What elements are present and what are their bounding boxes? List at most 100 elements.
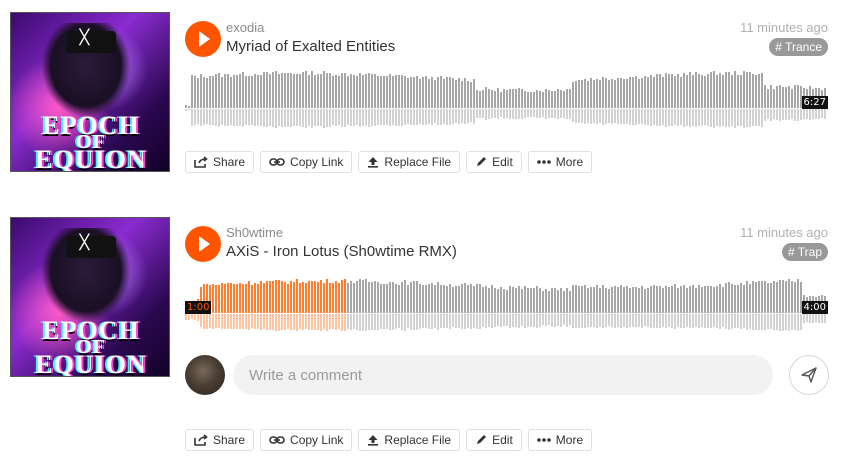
waveform-bar-reflection xyxy=(434,109,436,123)
waveform-bar xyxy=(671,286,673,313)
waveform-bar-reflection xyxy=(527,314,529,327)
waveform-bar xyxy=(560,288,562,313)
waveform-bar xyxy=(437,77,439,108)
waveform-bar xyxy=(404,76,406,108)
waveform-bar xyxy=(296,74,298,108)
waveform-bar-reflection xyxy=(797,314,799,331)
waveform-bar-reflection xyxy=(587,314,589,327)
upload-icon xyxy=(368,435,379,446)
waveform-bar xyxy=(671,74,673,108)
track-artist[interactable]: exodia xyxy=(226,20,264,35)
waveform-bar-reflection xyxy=(389,109,391,126)
waveform-bar xyxy=(218,73,220,108)
waveform-bar xyxy=(764,85,766,108)
waveform-bar xyxy=(386,76,388,108)
waveform-bar-reflection xyxy=(587,109,589,123)
waveform-bar-reflection xyxy=(194,109,196,125)
waveform-bar-reflection xyxy=(251,314,253,328)
waveform-bar xyxy=(740,75,742,108)
waveform-bar-reflection xyxy=(254,314,256,329)
waveform-bar-reflection xyxy=(308,314,310,330)
comment-input[interactable] xyxy=(233,355,773,395)
waveform-bar-reflection xyxy=(209,314,211,328)
more-button[interactable]: More xyxy=(527,151,593,173)
replace-file-button[interactable]: Replace File xyxy=(358,429,461,451)
waveform-bar-reflection xyxy=(344,314,346,331)
waveform-bar-reflection xyxy=(521,109,523,119)
waveform-bar-reflection xyxy=(398,314,400,328)
upload-icon xyxy=(368,157,379,168)
waveform-bar-reflection xyxy=(278,109,280,126)
waveform-bar-reflection xyxy=(362,109,364,126)
waveform-bar xyxy=(509,89,511,108)
waveform-bar xyxy=(794,282,796,313)
waveform-bar xyxy=(692,285,694,313)
waveform-bar xyxy=(482,287,484,313)
waveform-bar-reflection xyxy=(665,109,667,127)
track-genre-tag[interactable]: # Trance xyxy=(769,38,828,56)
share-button[interactable]: Share xyxy=(185,151,255,173)
waveform-bar xyxy=(239,74,241,108)
waveform-bar xyxy=(191,75,193,108)
waveform-bar xyxy=(332,76,334,108)
track-title[interactable]: AXiS - Iron Lotus (Sh0wtime RMX) xyxy=(226,243,457,260)
waveform-bar-reflection xyxy=(245,314,247,329)
play-button[interactable] xyxy=(185,226,221,262)
waveform-bar xyxy=(329,73,331,108)
waveform-bar xyxy=(677,288,679,313)
waveform-bar-reflection xyxy=(524,109,526,118)
copy-link-label: Copy Link xyxy=(290,433,344,447)
waveform-bar xyxy=(557,290,559,313)
waveform-bar-reflection xyxy=(242,314,244,329)
waveform-bar xyxy=(212,284,214,313)
waveform[interactable]: 1:00 4:00 xyxy=(185,273,828,335)
replace-file-button[interactable]: Replace File xyxy=(358,151,461,173)
waveform[interactable]: 6:27 xyxy=(185,68,828,130)
waveform-bar-reflection xyxy=(512,109,514,119)
waveform-bar-reflection xyxy=(620,109,622,124)
artwork-text-line: EQUION xyxy=(35,145,147,172)
waveform-bar-reflection xyxy=(383,109,385,125)
waveform-bar-reflection xyxy=(728,109,730,127)
waveform-bar-reflection xyxy=(293,314,295,330)
waveform-bar-reflection xyxy=(269,109,271,126)
more-button[interactable]: More xyxy=(527,429,593,451)
copy-link-button[interactable]: Copy Link xyxy=(260,151,353,173)
pencil-icon xyxy=(477,157,487,166)
waveform-bar-reflection xyxy=(482,109,484,118)
share-button[interactable]: Share xyxy=(185,429,255,451)
track-genre-tag[interactable]: # Trap xyxy=(781,243,828,261)
waveform-bar-reflection xyxy=(440,109,442,125)
waveform-bar-reflection xyxy=(578,109,580,123)
waveform-bar xyxy=(446,286,448,313)
waveform-bar xyxy=(635,287,637,313)
waveform-bar xyxy=(269,74,271,108)
waveform-bar-reflection xyxy=(776,314,778,330)
waveform-bar-reflection xyxy=(242,109,244,127)
waveform-bar-reflection xyxy=(575,314,577,328)
send-comment-button[interactable] xyxy=(789,355,829,395)
waveform-bar xyxy=(776,282,778,313)
copy-link-button[interactable]: Copy Link xyxy=(260,429,353,451)
track-title[interactable]: Myriad of Exalted Entities xyxy=(226,38,395,55)
play-button[interactable] xyxy=(185,21,221,57)
waveform-bar xyxy=(533,288,535,313)
waveform-bar xyxy=(233,75,235,108)
waveform-bar xyxy=(530,92,532,108)
track-artist[interactable]: Sh0wtime xyxy=(226,225,283,240)
waveform-bar-reflection xyxy=(233,109,235,126)
waveform-bar-reflection xyxy=(536,109,538,118)
waveform-bar-reflection xyxy=(446,109,448,125)
edit-button[interactable]: Edit xyxy=(466,429,522,451)
track-artwork[interactable]: ᚷ EPOCH OF EQUION xyxy=(10,217,170,377)
waveform-bar xyxy=(710,286,712,313)
waveform-bar xyxy=(683,285,685,313)
edit-button[interactable]: Edit xyxy=(466,151,522,173)
waveform-bar-reflection xyxy=(815,314,817,322)
waveform-bar-reflection xyxy=(689,314,691,328)
track-artwork[interactable]: ᚷ EPOCH OF EQUION xyxy=(10,12,170,172)
waveform-bar xyxy=(458,286,460,313)
waveform-bar-reflection xyxy=(527,109,529,117)
waveform-bar xyxy=(767,89,769,108)
waveform-bar xyxy=(548,291,550,313)
